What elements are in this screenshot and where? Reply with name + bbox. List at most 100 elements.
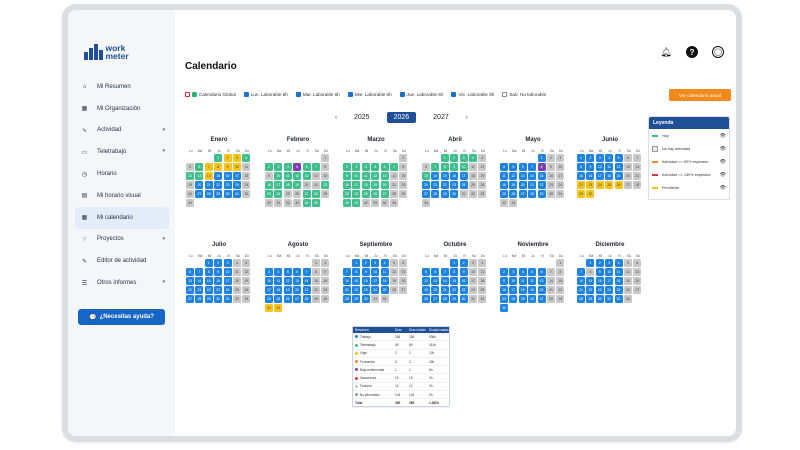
day-cell[interactable]: 16 [546, 172, 555, 180]
day-cell[interactable]: 1 [204, 259, 213, 267]
day-cell[interactable]: 27 [623, 181, 632, 189]
day-cell[interactable]: 9 [343, 172, 351, 180]
day-cell[interactable]: 15 [352, 277, 361, 285]
day-cell[interactable]: 32 [274, 304, 283, 313]
day-cell[interactable]: 25 [274, 295, 283, 303]
day-cell[interactable]: 12 [422, 277, 430, 285]
day-cell[interactable]: 11 [518, 277, 527, 285]
day-cell[interactable]: 23 [214, 286, 223, 294]
day-cell[interactable]: 7 [389, 163, 398, 171]
day-cell[interactable]: 25 [232, 286, 241, 294]
day-cell[interactable]: 18 [274, 286, 283, 294]
day-cell[interactable]: 32 [380, 295, 389, 303]
day-cell[interactable]: 7 [311, 163, 320, 171]
day-cell[interactable]: 8 [556, 268, 565, 276]
day-cell[interactable]: 16 [223, 172, 232, 180]
day-cell[interactable]: 5 [528, 268, 537, 276]
day-cell[interactable]: 9 [459, 268, 468, 276]
day-cell[interactable]: 21 [546, 286, 555, 294]
day-cell[interactable]: 4 [478, 259, 487, 267]
app-logo[interactable]: work meter [84, 44, 129, 60]
day-cell[interactable]: 28 [633, 181, 642, 189]
day-cell[interactable]: 17 [371, 277, 380, 285]
day-cell[interactable]: 14 [633, 163, 642, 171]
eye-icon[interactable]: 👁︎ [720, 172, 726, 178]
day-cell[interactable]: 31 [232, 190, 241, 198]
day-cell[interactable]: 29 [586, 295, 595, 303]
day-cell[interactable]: 23 [361, 286, 370, 294]
day-cell[interactable]: 19 [528, 286, 537, 294]
day-cell[interactable]: 4 [274, 268, 283, 276]
day-cell[interactable]: 20 [431, 286, 440, 294]
day-cell[interactable]: 29 [440, 190, 449, 198]
day-cell[interactable]: 30 [223, 190, 232, 198]
day-cell[interactable]: 23 [265, 190, 273, 198]
day-cell[interactable]: 31 [556, 190, 565, 198]
eye-icon[interactable]: 👁︎ [720, 133, 726, 139]
day-cell[interactable]: 4 [518, 268, 527, 276]
day-cell[interactable]: 23 [500, 295, 508, 303]
day-cell[interactable]: 25 [361, 190, 370, 198]
sidebar-item-mi-resumen[interactable]: ⌂ Mi Resumen [75, 76, 169, 98]
day-cell[interactable]: 28 [343, 295, 351, 303]
eye-icon[interactable]: 👁︎ [720, 159, 726, 165]
day-cell[interactable]: 25 [283, 190, 292, 198]
day-cell[interactable]: 3 [605, 259, 614, 267]
day-cell[interactable]: 6 [422, 163, 430, 171]
day-cell[interactable]: 11 [468, 163, 477, 171]
day-cell[interactable]: 22 [352, 286, 361, 294]
day-cell[interactable]: 10 [595, 163, 604, 171]
day-cell[interactable]: 15 [450, 277, 459, 285]
day-cell[interactable]: 15 [537, 172, 546, 180]
day-cell[interactable]: 25 [478, 286, 487, 294]
day-cell[interactable]: 6 [399, 259, 408, 267]
day-cell[interactable]: 20 [186, 286, 194, 294]
day-cell[interactable]: 22 [586, 286, 595, 294]
day-cell[interactable]: 2 [450, 154, 459, 162]
day-cell[interactable]: 18 [518, 286, 527, 294]
day-cell[interactable]: 23 [343, 190, 351, 198]
day-cell[interactable]: 6 [380, 163, 389, 171]
day-cell[interactable]: 8 [311, 268, 320, 276]
filter-checkbox[interactable]: Calendario Global [185, 91, 236, 97]
day-cell[interactable]: 12 [293, 172, 302, 180]
day-cell[interactable]: 22 [204, 286, 213, 294]
day-cell[interactable]: 20 [518, 181, 527, 189]
day-cell[interactable]: 10 [468, 268, 477, 276]
sidebar-item-editor-de-actividad[interactable]: ✎ Editor de actividad [75, 250, 169, 272]
day-cell[interactable]: 10 [509, 277, 518, 285]
filter-checkbox[interactable]: Mar. Laborable 6h [295, 91, 340, 97]
day-cell[interactable]: 20 [302, 181, 311, 189]
day-cell[interactable]: 18 [500, 181, 508, 189]
day-cell[interactable]: 7 [302, 268, 311, 276]
day-cell[interactable]: 32 [500, 199, 508, 208]
day-cell[interactable]: 30 [500, 304, 508, 313]
day-cell[interactable]: 27 [518, 190, 527, 198]
day-cell[interactable]: 20 [293, 286, 302, 294]
day-cell[interactable]: 26 [528, 295, 537, 303]
day-cell[interactable]: 24 [556, 181, 565, 189]
day-cell[interactable]: 31 [352, 199, 361, 208]
day-cell[interactable]: 31 [265, 304, 273, 313]
day-cell[interactable]: 29 [450, 295, 459, 303]
day-cell[interactable]: 6 [195, 163, 204, 171]
day-cell[interactable]: 28 [311, 190, 320, 198]
day-cell[interactable]: 1 [577, 154, 585, 162]
day-cell[interactable]: 19 [509, 181, 518, 189]
day-cell[interactable]: 26 [389, 286, 398, 294]
day-cell[interactable]: 18 [478, 277, 487, 285]
day-cell[interactable]: 29 [311, 295, 320, 303]
day-cell[interactable]: 28 [546, 295, 555, 303]
day-cell[interactable]: 6 [186, 268, 194, 276]
day-cell[interactable]: 34 [302, 199, 311, 208]
day-cell[interactable]: 19 [293, 181, 302, 189]
day-cell[interactable]: 1 [450, 259, 459, 267]
day-cell[interactable]: 31 [274, 199, 283, 208]
day-cell[interactable]: 33 [509, 199, 518, 208]
day-cell[interactable]: 8 [204, 268, 213, 276]
day-cell[interactable]: 21 [633, 172, 642, 180]
sidebar-item-horario[interactable]: ◷ Horario [75, 163, 169, 185]
sidebar-item-actividad[interactable]: ∿ Actividad ▾ [75, 120, 169, 142]
day-cell[interactable]: 7 [204, 163, 213, 171]
day-cell[interactable]: 16 [321, 277, 330, 285]
